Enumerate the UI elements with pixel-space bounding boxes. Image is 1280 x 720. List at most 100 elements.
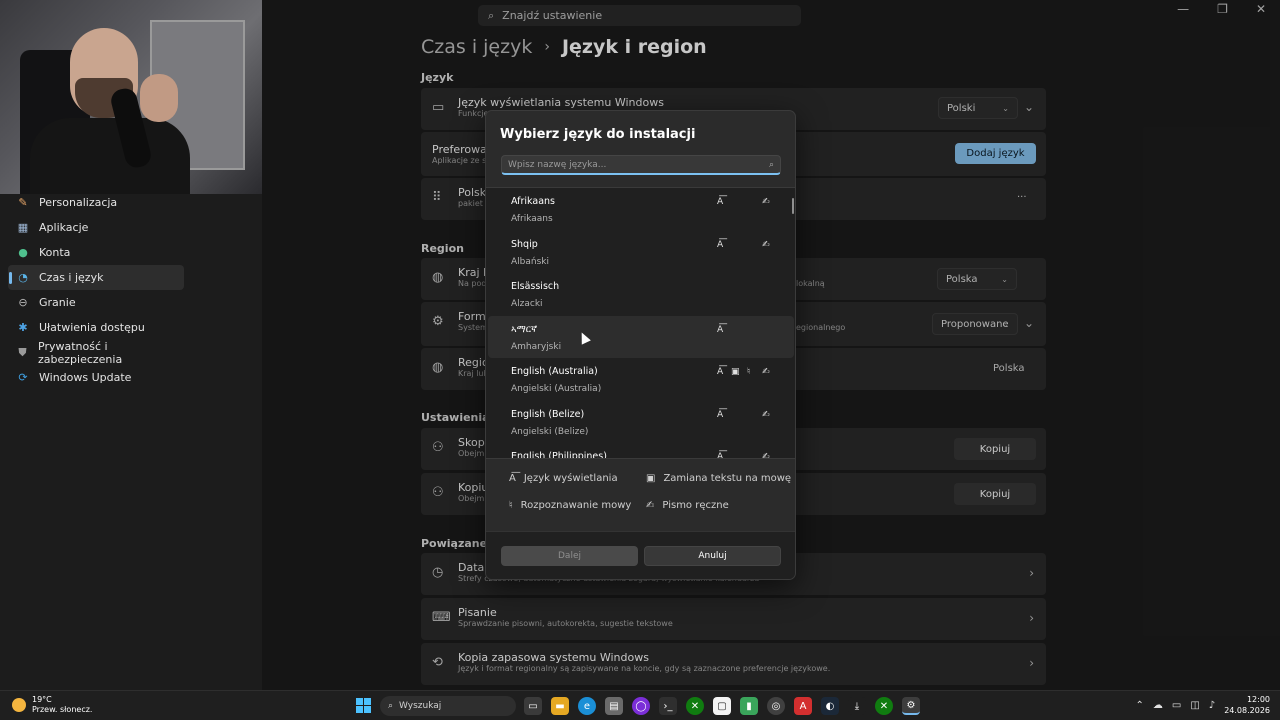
sidebar-item-label: Czas i język (39, 271, 104, 284)
download-icon[interactable]: ⤓ (848, 697, 866, 715)
language-list[interactable]: Afrikaans Afrikaans A͞ ✍ Shqip Albański … (486, 187, 795, 459)
legend-speech-recognition: ♮ Rozpoznawanie mowy (509, 500, 631, 511)
sidebar-item-time-language[interactable]: ◔ Czas i język (8, 265, 184, 290)
next-button[interactable]: Dalej (501, 546, 638, 566)
shield-icon: ⛊ (18, 345, 27, 359)
taskbar: 19°C Przew. słonecz. ⌕ Wyszukaj ▭ ▬ e ▤ … (0, 690, 1280, 720)
language-item-english-philippines[interactable]: English (Philippines) A͞ ✍ (488, 443, 794, 459)
handwriting-icon: ✍ (762, 239, 770, 250)
clock[interactable]: 12:00 24.08.2026 (1224, 694, 1270, 716)
language-native-name: ኣማርኛ (511, 323, 538, 335)
language-item-afrikaans[interactable]: Afrikaans Afrikaans A͞ ✍ (488, 188, 794, 231)
xbox-app-icon[interactable]: ✕ (875, 697, 893, 715)
sidebar-item-accessibility[interactable]: ✱ Ułatwienia dostępu (8, 315, 184, 340)
handwriting-icon: ✍ (762, 409, 770, 420)
display-language-icon: A͞ (717, 409, 724, 420)
sidebar-item-label: Aplikacje (39, 221, 89, 234)
gamepad-icon: ⊖ (18, 296, 28, 309)
person-hand (140, 74, 178, 122)
legend-label: Pismo ręczne (662, 500, 729, 511)
media-app-icon[interactable]: ◯ (632, 697, 650, 715)
webcam-overlay (0, 0, 262, 194)
sidebar-item-accounts[interactable]: ● Konta (8, 240, 184, 265)
nvidia-icon[interactable]: ▮ (740, 697, 758, 715)
display-language-icon: A͞ (717, 197, 724, 207)
language-item-english-australia[interactable]: English (Australia) Angielski (Australia… (488, 358, 794, 401)
steam-icon[interactable]: ◐ (821, 697, 839, 715)
display-language-icon: A͞ (717, 452, 724, 459)
cancel-button[interactable]: Anuluj (644, 546, 781, 566)
person-icon: ● (18, 246, 28, 259)
language-native-name: English (Belize) (511, 408, 585, 420)
dialog-title: Wybierz język do instalacji (500, 127, 696, 142)
sidebar-item-label: Windows Update (39, 371, 132, 384)
language-item-english-belize[interactable]: English (Belize) Angielski (Belize) A͞ ✍ (488, 401, 794, 444)
display-language-icon: A͞ (717, 239, 724, 250)
sun-icon (12, 698, 26, 712)
terminal-icon[interactable]: ›_ (659, 697, 677, 715)
handwriting-icon: ✍ (646, 500, 655, 511)
volume-icon[interactable]: ♪ (1209, 700, 1215, 711)
adobe-icon[interactable]: A (794, 697, 812, 715)
apps-icon: ▦ (17, 221, 29, 234)
battery-icon[interactable]: ▭ (1172, 700, 1181, 711)
network-icon[interactable]: ◫ (1190, 700, 1199, 711)
feature-legend: A͞ Język wyświetlania ▣ Zamiana tekstu n… (486, 461, 795, 529)
taskbar-search-label: Wyszukaj (399, 701, 442, 711)
start-button[interactable] (356, 698, 371, 713)
xbox-icon[interactable]: ✕ (686, 697, 704, 715)
display-language-icon: A͞ (717, 324, 724, 335)
edge-icon[interactable]: e (578, 697, 596, 715)
globe-clock-icon: ◔ (18, 271, 28, 284)
file-explorer-icon[interactable]: ▬ (551, 697, 569, 715)
task-view-icon[interactable]: ▭ (524, 697, 542, 715)
legend-display-language: A͞ Język wyświetlania (509, 473, 618, 484)
language-native-name: English (Philippines) (511, 451, 607, 459)
sidebar: ✎ Personalizacja ▦ Aplikacje ● Konta ◔ C… (8, 190, 184, 390)
text-to-speech-icon: ▣ (731, 367, 740, 377)
handwriting-icon: ✍ (762, 452, 770, 459)
sidebar-item-windows-update[interactable]: ⟳ Windows Update (8, 365, 184, 390)
legend-text-to-speech: ▣ Zamiana tekstu na mowę (646, 473, 791, 484)
language-native-name: Shqip (511, 238, 538, 250)
legend-label: Język wyświetlania (523, 473, 618, 484)
handwriting-icon: ✍ (762, 367, 770, 377)
language-local-name: Angielski (Australia) (511, 384, 602, 394)
sidebar-item-gaming[interactable]: ⊖ Granie (8, 290, 184, 315)
chat-app-icon[interactable]: ▢ (713, 697, 731, 715)
language-local-name: Amharyjski (511, 341, 562, 352)
weather-temperature: 19°C (32, 695, 52, 704)
handwriting-icon: ✍ (762, 197, 770, 207)
system-tray: ⌃ ☁ ▭ ◫ ♪ 12:00 24.08.2026 (1136, 694, 1271, 716)
legend-handwriting: ✍ Pismo ręczne (646, 500, 729, 511)
language-local-name: Alzacki (511, 299, 543, 309)
obs-icon[interactable]: ◎ (767, 697, 785, 715)
language-item-amharic[interactable]: ኣማርኛ Amharyjski A͞ (488, 315, 794, 358)
language-local-name: Albański (511, 256, 549, 267)
clock-time: 12:00 (1246, 695, 1270, 704)
language-search-placeholder: Wpisz nazwę języka... (508, 159, 607, 170)
person-body (30, 118, 190, 194)
language-search-input[interactable]: Wpisz nazwę języka... ⌕ (501, 155, 781, 175)
cloud-icon[interactable]: ☁ (1153, 700, 1163, 711)
language-item-albanian[interactable]: Shqip Albański A͞ ✍ (488, 231, 794, 274)
language-native-name: Elsässisch (511, 281, 560, 292)
sidebar-item-apps[interactable]: ▦ Aplikacje (8, 215, 184, 240)
brush-icon: ✎ (18, 196, 28, 209)
language-native-name: English (Australia) (511, 366, 598, 377)
taskbar-search[interactable]: ⌕ Wyszukaj (380, 696, 516, 716)
accessibility-icon: ✱ (18, 321, 28, 334)
chevron-up-icon[interactable]: ⌃ (1136, 700, 1144, 711)
speech-recognition-icon: ♮ (747, 367, 751, 377)
store-icon[interactable]: ▤ (605, 697, 623, 715)
language-native-name: Afrikaans (511, 196, 555, 207)
weather-description: Przew. słonecz. (32, 705, 93, 714)
language-item-alsatian[interactable]: Elsässisch Alzacki (488, 273, 794, 316)
sidebar-item-personalization[interactable]: ✎ Personalizacja (8, 190, 184, 215)
sidebar-item-privacy[interactable]: ⛊ Prywatność i zabezpieczenia (8, 340, 184, 366)
weather-widget[interactable]: 19°C Przew. słonecz. (12, 695, 92, 715)
language-local-name: Angielski (Belize) (511, 426, 589, 437)
microphone-icon: ♮ (509, 500, 513, 511)
settings-gear-icon[interactable]: ⚙ (902, 697, 920, 715)
clock-date: 24.08.2026 (1224, 706, 1270, 715)
